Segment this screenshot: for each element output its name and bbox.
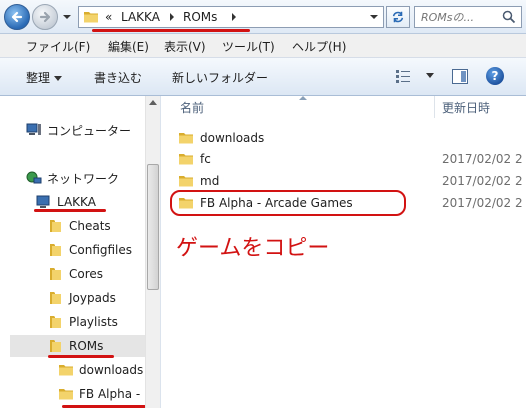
- chevron-right-icon[interactable]: [230, 12, 238, 22]
- address-overflow-chevron[interactable]: «: [105, 10, 112, 24]
- dropdown-arrow-icon: [54, 76, 63, 81]
- search-box[interactable]: [414, 6, 522, 28]
- organize-label: 整理: [26, 71, 51, 85]
- menu-view[interactable]: 表示(V): [164, 38, 206, 55]
- file-name: fc: [200, 152, 211, 166]
- forward-button[interactable]: [32, 4, 58, 30]
- nav-item-configfiles[interactable]: Configfiles: [48, 239, 132, 261]
- history-dropdown-icon[interactable]: [62, 12, 72, 22]
- nav-label-lakka: LAKKA: [57, 195, 96, 209]
- address-field[interactable]: « LAKKA ROMs: [78, 6, 384, 28]
- nav-label-computer: コンピューター: [47, 123, 132, 138]
- file-row[interactable]: downloads: [178, 128, 526, 148]
- folder-icon: [179, 176, 193, 187]
- nav-label: ROMs: [69, 339, 104, 353]
- back-button[interactable]: [4, 4, 30, 30]
- red-circle-annotation: [170, 190, 406, 216]
- menu-bar: ファイル(F) 編集(E) 表示(V) ツール(T) ヘルプ(H): [0, 34, 526, 58]
- scroll-up-icon[interactable]: [149, 100, 157, 105]
- nav-item-cheats[interactable]: Cheats: [48, 215, 111, 237]
- folder-icon: [50, 220, 61, 232]
- menu-help[interactable]: ヘルプ(H): [292, 38, 346, 55]
- file-name: md: [200, 174, 220, 188]
- folder-icon: [179, 154, 193, 165]
- nav-item-downloads[interactable]: downloads: [58, 359, 143, 381]
- nav-label: Cores: [69, 267, 104, 281]
- red-underline-annotation: [48, 355, 114, 358]
- folder-icon: [50, 340, 61, 352]
- file-name: downloads: [200, 131, 265, 145]
- refresh-button[interactable]: [386, 6, 410, 28]
- folder-icon: [50, 268, 61, 280]
- arrow-right-icon: [39, 11, 51, 23]
- breadcrumb-lakka[interactable]: LAKKA: [121, 10, 160, 24]
- view-dropdown-icon[interactable]: [426, 73, 434, 78]
- nav-scrollbar[interactable]: [145, 96, 160, 408]
- nav-item-joypads[interactable]: Joypads: [48, 287, 116, 309]
- network-computer-icon: [36, 195, 50, 208]
- nav-label: Playlists: [69, 315, 118, 329]
- nav-item-roms[interactable]: ROMs: [10, 335, 145, 357]
- folder-icon: [50, 244, 61, 256]
- nav-label: Cheats: [69, 219, 111, 233]
- network-icon: [26, 171, 42, 184]
- address-toolbar: « LAKKA ROMs: [0, 0, 526, 34]
- new-folder-button[interactable]: 新しいフォルダー: [172, 69, 268, 86]
- view-options-icon[interactable]: [396, 70, 410, 83]
- nav-label: downloads: [79, 363, 144, 377]
- column-header-name[interactable]: 名前: [180, 96, 204, 118]
- file-date: 2017/02/02 2: [442, 196, 523, 210]
- command-bar: 整理 書き込む 新しいフォルダー ?: [0, 58, 526, 96]
- red-underline-annotation: [92, 29, 250, 32]
- file-row[interactable]: fc 2017/02/02 2: [178, 149, 526, 169]
- file-list: 名前 更新日時 downloads fc 2017/02/02 2 md 201…: [168, 96, 526, 408]
- menu-edit[interactable]: 編集(E): [108, 38, 149, 55]
- search-input[interactable]: [421, 9, 495, 25]
- nav-item-fb-alpha[interactable]: FB Alpha - ...: [58, 383, 155, 405]
- nav-label: Joypads: [69, 291, 116, 305]
- nav-label: Configfiles: [69, 243, 133, 257]
- folder-icon: [50, 316, 61, 328]
- sort-ascending-icon: [299, 96, 307, 100]
- navigation-pane: コンピューター ネットワーク LAKKA Cheats Configfiles …: [0, 96, 160, 408]
- organize-button[interactable]: 整理: [26, 69, 63, 86]
- folder-icon: [179, 133, 193, 144]
- breadcrumb-roms[interactable]: ROMs: [183, 10, 217, 24]
- file-row[interactable]: md 2017/02/02 2: [178, 171, 526, 191]
- address-dropdown-icon[interactable]: [369, 12, 379, 22]
- menu-tools[interactable]: ツール(T): [222, 38, 275, 55]
- menu-file[interactable]: ファイル(F): [26, 38, 90, 55]
- burn-button[interactable]: 書き込む: [94, 69, 142, 86]
- folder-icon: [84, 12, 98, 23]
- folder-icon: [59, 389, 73, 400]
- search-icon[interactable]: [502, 10, 516, 24]
- file-date: 2017/02/02 2: [442, 174, 523, 188]
- column-header-date[interactable]: 更新日時: [442, 96, 490, 118]
- arrow-left-icon: [11, 11, 23, 23]
- computer-icon: [26, 123, 41, 135]
- nav-label-network: ネットワーク: [47, 171, 120, 186]
- nav-item-cores[interactable]: Cores: [48, 263, 103, 285]
- nav-item-network[interactable]: ネットワーク: [26, 167, 119, 189]
- folder-icon: [59, 365, 73, 376]
- preview-pane-icon[interactable]: [452, 69, 468, 84]
- red-underline-annotation: [34, 209, 106, 212]
- file-date: 2017/02/02 2: [442, 152, 523, 166]
- column-separator[interactable]: [434, 96, 435, 118]
- help-icon[interactable]: ?: [486, 67, 504, 85]
- refresh-icon: [392, 11, 404, 23]
- nav-item-playlists[interactable]: Playlists: [48, 311, 118, 333]
- folder-icon: [50, 292, 61, 304]
- pane-splitter[interactable]: [160, 96, 168, 408]
- nav-item-computer[interactable]: コンピューター: [26, 119, 131, 141]
- copy-games-annotation: ゲームをコピー: [176, 236, 330, 261]
- chevron-right-icon[interactable]: [168, 12, 176, 22]
- nav-label: FB Alpha - ...: [79, 387, 156, 401]
- scrollbar-thumb[interactable]: [147, 164, 159, 290]
